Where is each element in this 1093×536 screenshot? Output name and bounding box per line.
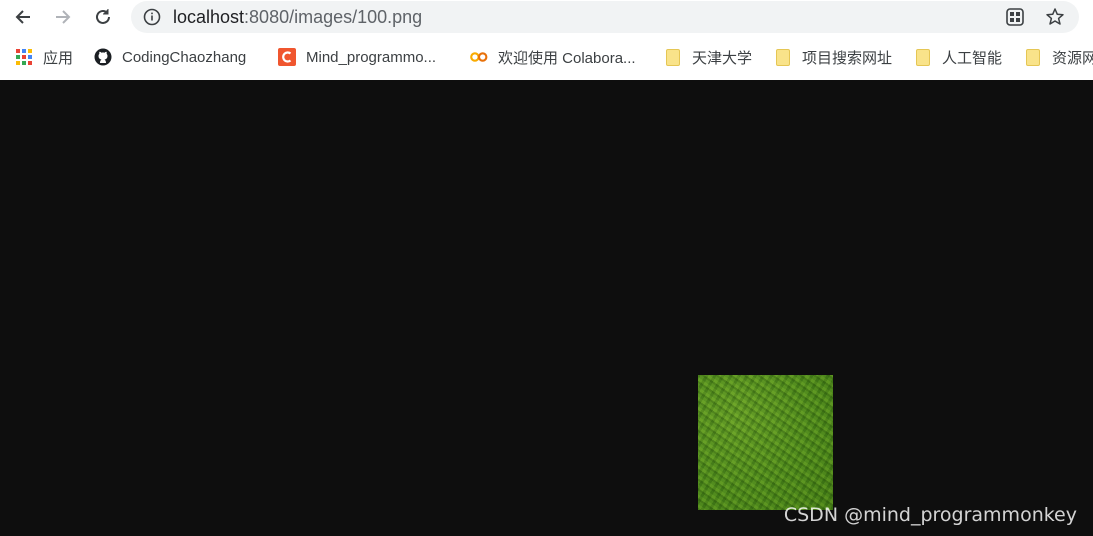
bookmarks-bar: 应用 CodingChaozhang Mind_programmo... 欢迎使… xyxy=(0,42,1093,72)
bookmark-label: CodingChaozhang xyxy=(122,48,247,66)
reload-button[interactable] xyxy=(89,3,117,31)
bookmark-folder-resources[interactable]: 资源网 xyxy=(1024,42,1093,72)
browser-chrome: localhost:8080/images/100.png 应用 CodingC… xyxy=(0,0,1093,80)
grass-tile-image xyxy=(698,375,833,510)
folder-icon xyxy=(914,48,932,66)
url-path: :8080/images/100.png xyxy=(244,7,423,27)
bookmark-label: Mind_programmo... xyxy=(306,48,437,66)
colab-icon xyxy=(470,48,488,66)
bookmark-apps[interactable]: 应用 xyxy=(15,42,73,72)
bookmark-folder-projects[interactable]: 项目搜索网址 xyxy=(774,42,892,72)
bookmark-label: 天津大学 xyxy=(692,49,753,67)
apps-grid-icon xyxy=(15,48,33,66)
bookmark-label: 人工智能 xyxy=(942,49,1003,67)
qr-code-icon[interactable] xyxy=(1005,7,1025,27)
folder-icon xyxy=(774,48,792,66)
back-arrow-icon xyxy=(15,10,30,24)
github-icon xyxy=(94,48,112,66)
url-host: localhost xyxy=(173,7,245,27)
bookmark-mind-programmonkey[interactable]: Mind_programmo... xyxy=(278,42,436,72)
address-bar[interactable]: localhost:8080/images/100.png xyxy=(131,1,1079,33)
bookmark-label: 应用 xyxy=(43,49,74,67)
bookmark-label: 资源网 xyxy=(1052,49,1093,67)
info-icon[interactable] xyxy=(143,8,161,26)
bookmark-label: 项目搜索网址 xyxy=(802,49,893,67)
forward-button[interactable] xyxy=(49,3,77,31)
bookmark-folder-ai[interactable]: 人工智能 xyxy=(914,42,1002,72)
url-text[interactable]: localhost:8080/images/100.png xyxy=(173,7,422,28)
forward-arrow-icon xyxy=(56,10,71,24)
reload-icon xyxy=(96,9,110,24)
bookmark-star-icon[interactable] xyxy=(1045,7,1065,27)
folder-icon xyxy=(664,48,682,66)
folder-icon xyxy=(1024,48,1042,66)
bookmark-codingchaozhang[interactable]: CodingChaozhang xyxy=(94,42,246,72)
back-button[interactable] xyxy=(9,3,37,31)
bookmark-label: 欢迎使用 Colabora... xyxy=(498,49,636,67)
bookmark-folder-tianjin[interactable]: 天津大学 xyxy=(664,42,752,72)
watermark: CSDN @mind_programmonkey xyxy=(783,504,1077,526)
bookmark-colab[interactable]: 欢迎使用 Colabora... xyxy=(470,42,636,72)
csdn-logo-icon xyxy=(278,48,296,66)
